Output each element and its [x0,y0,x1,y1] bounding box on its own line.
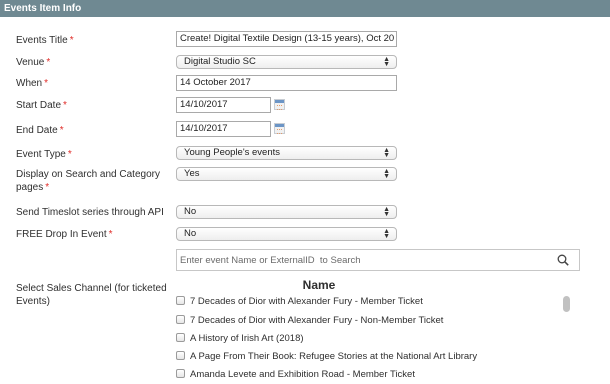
start-date-label-text: Start Date [16,100,62,111]
required-mark: * [108,229,113,240]
event-search-box[interactable] [176,249,580,271]
display-on-search-label-line2: pages [16,182,44,193]
checkbox[interactable] [176,296,185,305]
free-drop-in-select-value: No [184,228,197,239]
venue-label: Venue * [16,56,50,69]
checkbox[interactable] [176,369,185,378]
list-item[interactable]: A History of Irish Art (2018) [176,333,304,347]
required-mark: * [59,125,64,136]
when-input[interactable]: 14 October 2017 [176,75,397,91]
events-title-label: Events Title * [16,34,74,47]
checkbox[interactable] [176,351,185,360]
event-type-select-value: Young People's events [184,147,281,158]
section-header: Events Item Info [0,0,610,17]
list-item-label: 7 Decades of Dior with Alexander Fury - … [190,296,423,307]
select-arrows-icon: ▲ ▼ [383,56,390,68]
send-timeslot-select-value: No [184,206,197,217]
sales-channel-label-line1: Select Sales Channel (for ticketed [16,283,167,294]
event-type-label: Event Type * [16,148,72,161]
start-date-input[interactable]: 14/10/2017 [176,97,271,113]
select-arrows-icon: ▲ ▼ [383,147,390,159]
list-item[interactable]: Amanda Levete and Exhibition Road - Memb… [176,369,415,383]
calendar-icon[interactable] [274,99,285,110]
end-date-label-text: End Date [16,125,58,136]
required-mark: * [44,78,49,89]
display-on-search-select[interactable]: Yes ▲ ▼ [176,167,397,181]
display-on-search-label: Display on Search and Category pages * [16,168,160,194]
venue-label-text: Venue [16,57,45,68]
event-type-select[interactable]: Young People's events ▲ ▼ [176,146,397,160]
events-title-input[interactable]: Create! Digital Textile Design (13-15 ye… [176,31,397,47]
venue-select-value: Digital Studio SC [184,56,256,67]
send-timeslot-label: Send Timeslot series through API [16,206,164,219]
calendar-icon[interactable] [274,123,285,134]
checkbox[interactable] [176,315,185,324]
list-item[interactable]: 7 Decades of Dior with Alexander Fury - … [176,296,423,310]
event-search-input[interactable] [177,250,547,270]
list-item-label: 7 Decades of Dior with Alexander Fury - … [190,315,444,326]
display-on-search-label-line1: Display on Search and Category [16,169,160,180]
end-date-input[interactable]: 14/10/2017 [176,121,271,137]
required-mark: * [45,182,50,193]
event-type-label-text: Event Type [16,149,66,160]
sales-channel-label: Select Sales Channel (for ticketed Event… [16,282,167,308]
required-mark: * [69,35,74,46]
free-drop-in-label: FREE Drop In Event * [16,228,113,241]
select-arrows-icon: ▲ ▼ [383,206,390,218]
select-arrows-icon: ▲ ▼ [383,168,390,180]
events-title-label-text: Events Title [16,35,68,46]
checkbox[interactable] [176,333,185,342]
venue-select[interactable]: Digital Studio SC ▲ ▼ [176,55,397,69]
required-mark: * [67,149,72,160]
send-timeslot-label-text: Send Timeslot series through API [16,207,164,218]
required-mark: * [46,57,51,68]
list-scrollbar[interactable] [563,296,570,312]
display-on-search-select-value: Yes [184,168,200,179]
free-drop-in-label-text: FREE Drop In Event [16,229,107,240]
list-item-label: Amanda Levete and Exhibition Road - Memb… [190,369,415,380]
list-item-label: A Page From Their Book: Refugee Stories … [190,351,478,362]
start-date-label: Start Date * [16,99,67,112]
when-label: When * [16,77,48,90]
when-label-text: When [16,78,43,89]
name-column-header: Name [302,278,336,292]
select-arrows-icon: ▲ ▼ [383,228,390,240]
end-date-label: End Date * [16,124,64,137]
free-drop-in-select[interactable]: No ▲ ▼ [176,227,397,241]
sales-channel-label-line2: Events) [16,296,50,307]
list-item[interactable]: A Page From Their Book: Refugee Stories … [176,351,477,365]
list-item[interactable]: 7 Decades of Dior with Alexander Fury - … [176,315,443,329]
search-icon[interactable] [557,254,569,266]
send-timeslot-select[interactable]: No ▲ ▼ [176,205,397,219]
list-item-label: A History of Irish Art (2018) [190,333,304,344]
required-mark: * [63,100,67,111]
